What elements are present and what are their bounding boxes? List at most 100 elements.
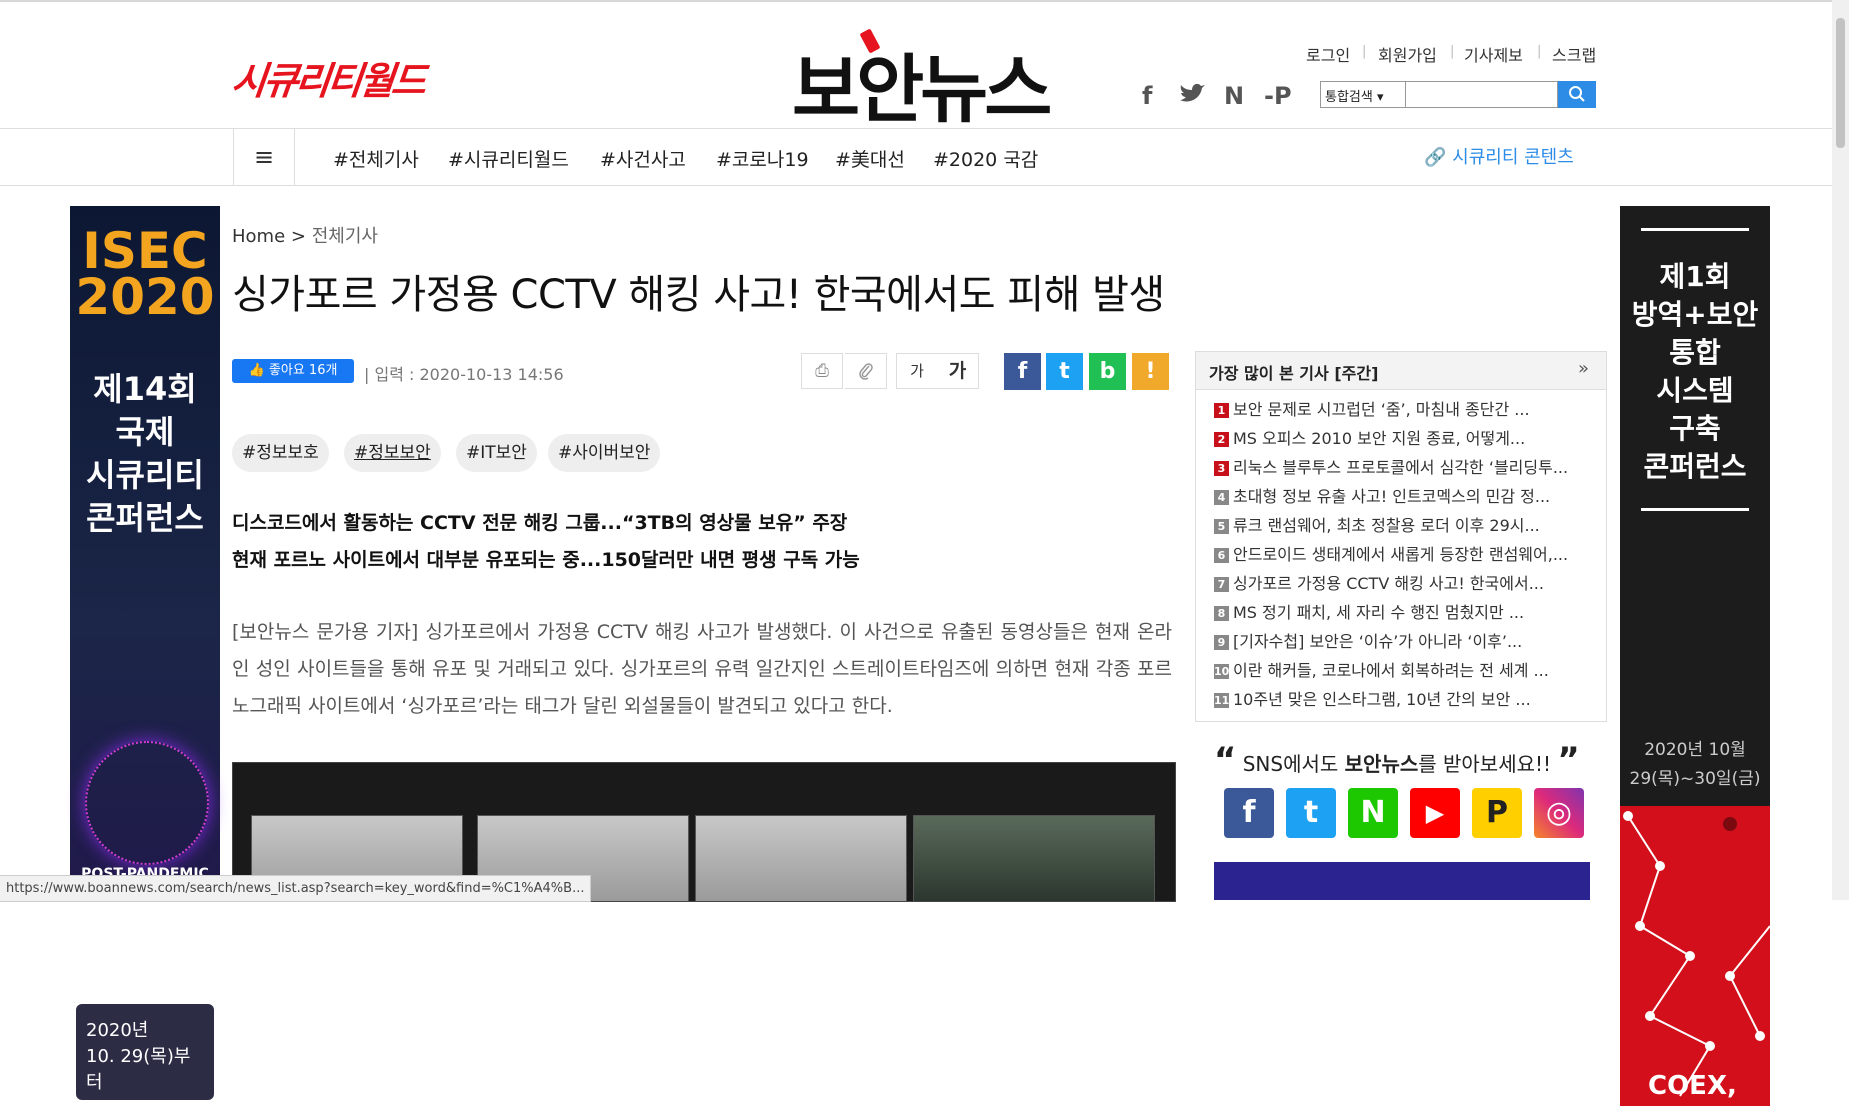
banner-date-line2: 10. 29(목)부터 xyxy=(86,1046,191,1093)
popular-articles-title: 가장 많이 본 기사 [주간] xyxy=(1209,364,1379,383)
facebook-like-button[interactable]: 👍 좋아요 16개 xyxy=(232,359,354,383)
post-icon[interactable]: -P xyxy=(1264,82,1292,110)
tag-item[interactable]: #정보보안 xyxy=(344,434,441,472)
popular-item[interactable]: 8 MS 정기 패치, 세 자리 수 행진 멈췄지만 ... xyxy=(1214,599,1524,623)
banner-date: 2020년 10월 29(목)~30일(금) xyxy=(1620,736,1770,794)
conference-banner[interactable]: 제1회 방역+보안 통합 시스템 구축 콘퍼런스 2020년 10월 29(목)~… xyxy=(1620,206,1770,1106)
twitter-icon[interactable] xyxy=(1178,82,1206,112)
popular-item-title: 리눅스 블루투스 프로토콜에서 심각한 ‘블리딩투... xyxy=(1233,458,1569,477)
publish-date: | 입력 : 2020-10-13 14:56 xyxy=(364,365,564,384)
naver-icon: N xyxy=(1360,795,1386,830)
banner-date: 2020년 10. 29(목)부터 xyxy=(76,1004,214,1100)
popular-item[interactable]: 11 10주년 맞은 인스타그램, 10년 간의 보안 ... xyxy=(1214,686,1531,710)
menu-button[interactable]: ≡ xyxy=(233,129,295,185)
securityworld-logo[interactable]: 시큐리티월드 xyxy=(229,50,427,105)
scrap-link[interactable]: 스크랩 xyxy=(1552,42,1596,66)
nav-us-election[interactable]: #美대선 xyxy=(835,145,905,172)
breadcrumb: Home > 전체기사 xyxy=(232,222,378,248)
font-increase-button[interactable]: 가 xyxy=(937,353,979,389)
font-decrease-button[interactable]: 가 xyxy=(896,353,938,389)
sns-youtube-button[interactable]: ▶ xyxy=(1410,788,1460,838)
nav-all-articles[interactable]: #전체기사 xyxy=(333,145,419,172)
popular-item-title: 보안 문제로 시끄럽던 ‘줌’, 마침내 종단간 ... xyxy=(1233,400,1530,419)
close-quote: ” xyxy=(1557,740,1580,780)
rank-badge: 6 xyxy=(1214,548,1229,563)
post-icon: P xyxy=(1486,795,1508,830)
popular-item-title: 싱가포르 가정용 CCTV 해킹 사고! 한국에서... xyxy=(1233,574,1544,593)
banner-title-line2: 2020 xyxy=(75,268,215,326)
banner-line: 시큐리티 xyxy=(86,456,204,494)
popular-item[interactable]: 2 MS 오피스 2010 보안 지원 종료, 어떻게... xyxy=(1214,425,1525,449)
open-quote: “ xyxy=(1214,740,1237,780)
isec-banner[interactable]: ISEC 2020 제14회 국제 시큐리티 콘퍼런스 POST-PANDEMIC… xyxy=(70,206,220,1100)
share-twitter-button[interactable]: t xyxy=(1046,353,1083,390)
breadcrumb-home[interactable]: Home xyxy=(232,226,285,247)
share-kakao-button[interactable]: ! xyxy=(1132,353,1169,390)
breadcrumb-section[interactable]: 전체기사 xyxy=(312,226,378,247)
sns-twitter-button[interactable]: t xyxy=(1286,788,1336,838)
popular-item-title: 10주년 맞은 인스타그램, 10년 간의 보안 ... xyxy=(1233,690,1531,709)
search-button[interactable] xyxy=(1558,81,1596,108)
banner-line: 방역+보안 xyxy=(1631,298,1759,331)
tag-item[interactable]: #IT보안 xyxy=(456,434,537,472)
banner-line: 구축 xyxy=(1669,412,1721,445)
banner-network-graphic xyxy=(1620,806,1770,1106)
font-small-label: 가 xyxy=(910,362,924,380)
popular-item[interactable]: 1 보안 문제로 시끄럽던 ‘줌’, 마침내 종단간 ... xyxy=(1214,396,1530,420)
boannews-logo[interactable]: 보안뉴스 xyxy=(792,30,1052,137)
search-icon xyxy=(1569,86,1585,102)
rank-badge: 4 xyxy=(1214,490,1229,505)
article-subheading: 현재 포르노 사이트에서 대부분 유포되는 중...150달러만 내면 평생 구… xyxy=(232,549,860,571)
nav-incidents[interactable]: #사건사고 xyxy=(600,145,686,172)
popular-item[interactable]: 5 류크 랜섬웨어, 최초 정찰용 로더 이후 29시... xyxy=(1214,512,1540,536)
banner-line: 제14회 xyxy=(93,370,197,408)
share-band-button[interactable]: b xyxy=(1089,353,1126,390)
tag-item[interactable]: #사이버보안 xyxy=(548,434,661,472)
cctv-screen xyxy=(695,815,907,901)
popular-more-button[interactable]: » xyxy=(1578,358,1589,379)
banner-line: 통합 xyxy=(1669,336,1721,369)
font-large-label: 가 xyxy=(948,360,967,382)
signup-link[interactable]: 회원가입 xyxy=(1378,42,1437,66)
sns-instagram-button[interactable]: ◎ xyxy=(1534,788,1584,838)
login-link[interactable]: 로그인 xyxy=(1306,42,1350,66)
banner-headline: 제14회 국제 시큐리티 콘퍼런스 xyxy=(70,368,220,540)
popular-item[interactable]: 3 리눅스 블루투스 프로토콜에서 심각한 ‘블리딩투... xyxy=(1214,454,1568,478)
popular-item[interactable]: 7 싱가포르 가정용 CCTV 해킹 사고! 한국에서... xyxy=(1214,570,1544,594)
banner-line: 콘퍼런스 xyxy=(86,499,204,537)
print-button[interactable]: ⎙ xyxy=(801,353,843,389)
instagram-icon: ◎ xyxy=(1545,795,1573,830)
nav-securityworld[interactable]: #시큐리티월드 xyxy=(448,145,569,172)
banner-rule xyxy=(1641,228,1749,231)
rank-badge: 1 xyxy=(1214,403,1229,418)
sns-facebook-button[interactable]: f xyxy=(1224,788,1274,838)
nav-bottom-border xyxy=(0,185,1849,186)
attachment-button[interactable] xyxy=(845,353,887,389)
nav-covid19[interactable]: #코로나19 xyxy=(716,145,809,172)
banner-line: 제1회 xyxy=(1659,260,1731,293)
search-input[interactable] xyxy=(1406,81,1558,108)
nav-2020-audit[interactable]: #2020 국감 xyxy=(933,145,1038,172)
scrollbar-thumb[interactable] xyxy=(1836,18,1845,148)
search-scope-select[interactable]: 통합검색 ▾ xyxy=(1320,81,1406,108)
facebook-icon[interactable]: f xyxy=(1142,82,1152,110)
popular-item[interactable]: 6 안드로이드 생태계에서 새롭게 등장한 랜섬웨어,... xyxy=(1214,541,1568,565)
tag-item[interactable]: #정보보호 xyxy=(232,434,329,472)
popular-item[interactable]: 4 초대형 정보 유출 사고! 인트코멕스의 민감 정... xyxy=(1214,483,1550,507)
naver-icon[interactable]: N xyxy=(1224,82,1244,110)
popular-item[interactable]: 10 이란 해커들, 코로나에서 회복하려는 전 세계 ... xyxy=(1214,657,1549,681)
rank-badge: 11 xyxy=(1214,693,1230,708)
tip-link[interactable]: 기사제보 xyxy=(1464,42,1523,66)
twitter-icon: t xyxy=(1303,795,1319,830)
sns-naver-button[interactable]: N xyxy=(1348,788,1398,838)
popular-item[interactable]: 9 [기자수첩] 보안은 ‘이슈’가 아니라 ‘이후’... xyxy=(1214,628,1522,652)
window-top-border xyxy=(0,0,1849,2)
banner-date-line1: 2020년 xyxy=(86,1020,149,1041)
share-facebook-button[interactable]: f xyxy=(1004,353,1041,390)
sidebar-ad-banner[interactable] xyxy=(1214,862,1590,900)
sns-post-button[interactable]: P xyxy=(1472,788,1522,838)
banner-date-line1: 2020년 10월 xyxy=(1644,740,1746,760)
band-icon: b xyxy=(1099,359,1116,384)
security-contents-link[interactable]: 🔗 시큐리티 콘텐츠 xyxy=(1424,143,1574,169)
rank-badge: 10 xyxy=(1214,664,1230,679)
